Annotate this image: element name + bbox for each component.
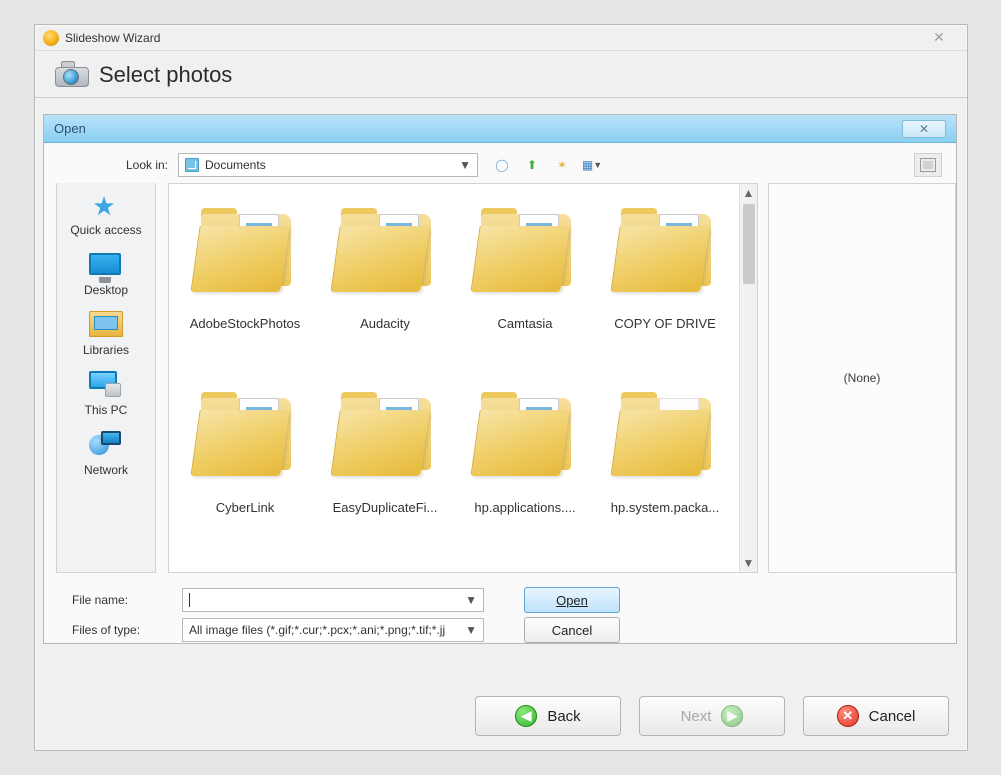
open-title-text: Open: [54, 121, 86, 136]
lookin-value: Documents: [205, 158, 266, 172]
libraries-icon: [89, 311, 123, 337]
folder-label: CyberLink: [181, 500, 309, 515]
scroll-down-icon[interactable]: ▼: [740, 554, 757, 572]
network-icon: [89, 431, 121, 457]
back-icon[interactable]: ◯: [492, 155, 512, 175]
places-bar: ★ Quick access Desktop Libraries This PC Netw…: [56, 183, 156, 573]
image-icon: [920, 158, 936, 172]
folder-label: hp.applications....: [461, 500, 589, 515]
folder-item[interactable]: Camtasia: [459, 190, 591, 374]
star-icon: ★: [89, 191, 119, 221]
filename-input[interactable]: ▼: [182, 588, 484, 612]
places-item-quick-access[interactable]: ★ Quick access: [70, 191, 141, 237]
filetype-dropdown[interactable]: All image files (*.gif;*.cur;*.pcx;*.ani…: [182, 618, 484, 642]
folder-icon: [615, 392, 715, 478]
cancel-button[interactable]: Cancel: [524, 617, 620, 643]
chevron-down-icon: ▼: [459, 158, 471, 172]
open-titlebar: Open ✕: [44, 115, 956, 143]
up-one-level-icon[interactable]: ⬆: [522, 155, 542, 175]
places-label: This PC: [85, 403, 128, 417]
camera-icon: [55, 61, 89, 89]
places-item-libraries[interactable]: Libraries: [83, 311, 129, 357]
app-icon: [43, 30, 59, 46]
wizard-heading: Select photos: [99, 62, 232, 88]
folder-icon: [615, 208, 715, 294]
scroll-thumb[interactable]: [743, 204, 755, 284]
folder-label: EasyDuplicateFi...: [321, 500, 449, 515]
computer-icon: [89, 371, 123, 397]
folder-label: Camtasia: [461, 316, 589, 331]
preview-pane: (None): [768, 183, 956, 573]
folder-item[interactable]: Audacity: [319, 190, 451, 374]
arrow-right-icon: ▶: [721, 705, 743, 727]
places-label: Network: [84, 463, 128, 477]
documents-icon: [185, 158, 199, 172]
folder-icon: [195, 392, 295, 478]
places-label: Quick access: [70, 223, 141, 237]
places-item-network[interactable]: Network: [84, 431, 128, 477]
open-button[interactable]: Open: [524, 587, 620, 613]
preview-toggle-button[interactable]: [914, 153, 942, 177]
wizard-cancel-button[interactable]: ✕ Cancel: [803, 696, 949, 736]
folder-item[interactable]: EasyDuplicateFi...: [319, 374, 451, 558]
filetype-value: All image files (*.gif;*.cur;*.pcx;*.ani…: [189, 623, 445, 637]
window-titlebar: Slideshow Wizard ✕: [35, 25, 967, 51]
folder-item[interactable]: AdobeStockPhotos: [179, 190, 311, 374]
lookin-label: Look in:: [58, 158, 178, 172]
wizard-next-button[interactable]: Next ▶: [639, 696, 785, 736]
chevron-down-icon[interactable]: ▼: [465, 623, 477, 637]
filetype-row: Files of type: All image files (*.gif;*.…: [44, 613, 956, 643]
preview-text: (None): [844, 371, 881, 385]
places-item-desktop[interactable]: Desktop: [84, 251, 128, 297]
chevron-down-icon[interactable]: ▼: [465, 593, 477, 607]
places-label: Desktop: [84, 283, 128, 297]
open-dialog: Open ✕ Look in: Documents ▼ ◯ ⬆ ✶ ▦▼ ★ Qu…: [43, 114, 957, 644]
lookin-toolbar: ◯ ⬆ ✶ ▦▼: [492, 155, 602, 175]
file-grid[interactable]: AdobeStockPhotos Audacity Camtasia COPY OF …: [169, 184, 739, 572]
folder-item[interactable]: COPY OF DRIVE: [599, 190, 731, 374]
wizard-buttons: ◀ Back Next ▶ ✕ Cancel: [475, 696, 949, 736]
folder-label: hp.system.packa...: [601, 500, 729, 515]
arrow-left-icon: ◀: [515, 705, 537, 727]
filename-row: File name: ▼ Open: [44, 583, 956, 613]
view-menu-icon[interactable]: ▦▼: [582, 155, 602, 175]
lookin-row: Look in: Documents ▼ ◯ ⬆ ✶ ▦▼: [44, 143, 956, 183]
window-title: Slideshow Wizard: [65, 31, 160, 45]
wizard-header: Select photos: [35, 51, 967, 93]
folder-item[interactable]: CyberLink: [179, 374, 311, 558]
folder-icon: [475, 208, 575, 294]
folder-icon: [475, 392, 575, 478]
scroll-up-icon[interactable]: ▲: [740, 184, 757, 202]
folder-icon: [195, 208, 295, 294]
open-close-button[interactable]: ✕: [902, 120, 946, 138]
file-area: AdobeStockPhotos Audacity Camtasia COPY OF …: [168, 183, 758, 573]
folder-label: COPY OF DRIVE: [601, 316, 729, 331]
wizard-back-button[interactable]: ◀ Back: [475, 696, 621, 736]
divider: [35, 97, 967, 98]
folder-label: Audacity: [321, 316, 449, 331]
places-label: Libraries: [83, 343, 129, 357]
filename-label: File name:: [72, 593, 182, 607]
window-close-button[interactable]: ✕: [919, 29, 959, 47]
folder-icon: [335, 208, 435, 294]
monitor-icon: [89, 253, 121, 275]
cancel-icon: ✕: [837, 705, 859, 727]
folder-label: AdobeStockPhotos: [181, 316, 309, 331]
vertical-scrollbar[interactable]: ▲ ▼: [739, 184, 757, 572]
places-item-this-pc[interactable]: This PC: [85, 371, 128, 417]
slideshow-wizard-window: Slideshow Wizard ✕ Select photos Open ✕ …: [34, 24, 968, 751]
text-cursor: [189, 593, 190, 607]
filetype-label: Files of type:: [72, 623, 182, 637]
folder-item[interactable]: hp.system.packa...: [599, 374, 731, 558]
folder-icon: [335, 392, 435, 478]
new-folder-icon[interactable]: ✶: [552, 155, 572, 175]
folder-item[interactable]: hp.applications....: [459, 374, 591, 558]
lookin-dropdown[interactable]: Documents ▼: [178, 153, 478, 177]
